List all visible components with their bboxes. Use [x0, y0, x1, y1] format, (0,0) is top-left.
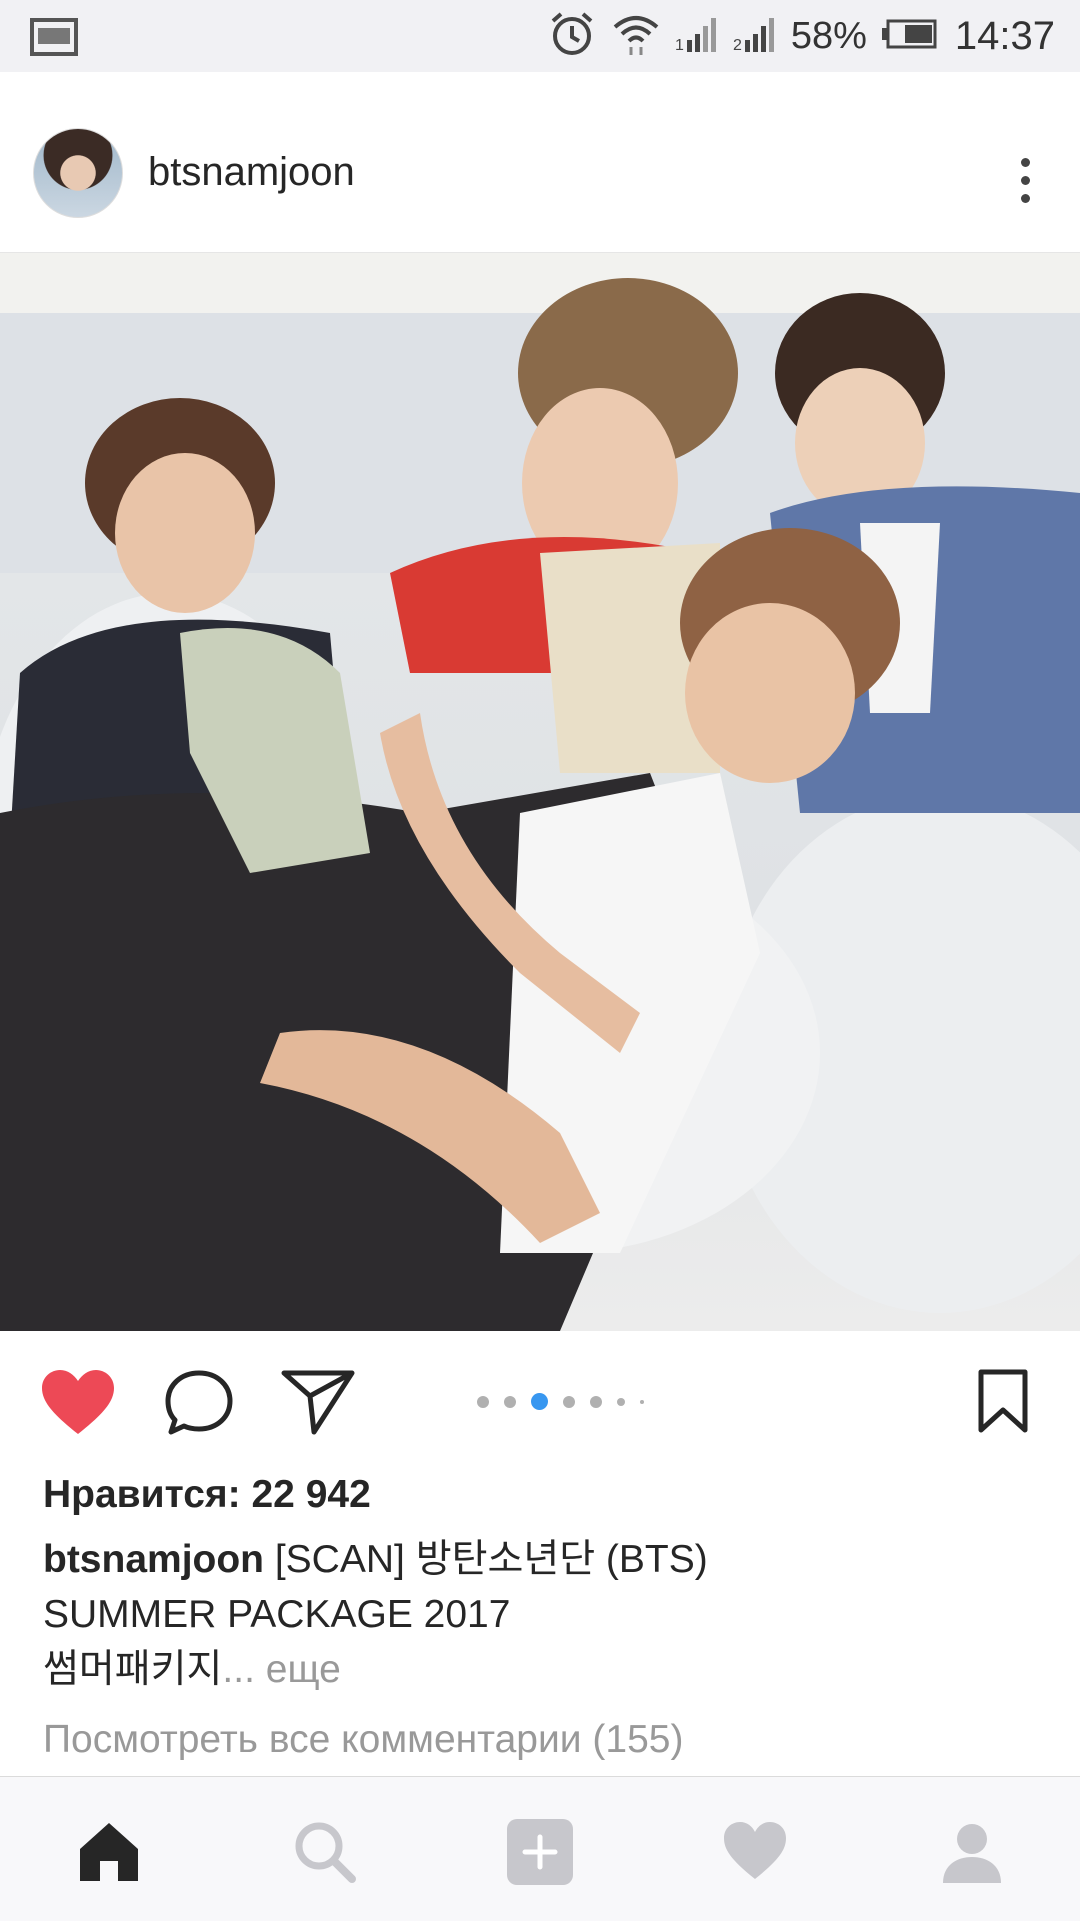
carousel-dot — [504, 1395, 516, 1408]
carousel-dot — [590, 1395, 602, 1408]
carousel-indicator — [477, 1393, 659, 1410]
carousel-dot-active — [531, 1393, 548, 1410]
signal-2-icon: 2 — [733, 14, 777, 59]
clock-time: 14:37 — [954, 13, 1055, 58]
carousel-dot — [640, 1399, 644, 1404]
bookmark-icon[interactable] — [977, 1368, 1029, 1439]
caption-line1: [SCAN] 방탄소년단 (BTS) — [264, 1538, 708, 1581]
post-actions — [0, 1331, 1080, 1471]
activity-heart-icon[interactable] — [720, 1817, 790, 1887]
wifi-icon — [611, 11, 661, 62]
battery-icon — [881, 19, 937, 54]
post-username[interactable]: btsnamjoon — [148, 150, 355, 195]
image-notification-icon — [30, 18, 78, 61]
avatar[interactable] — [33, 128, 123, 218]
post-caption: btsnamjoon [SCAN] 방탄소년단 (BTS) SUMMER PAC… — [43, 1532, 1043, 1697]
like-heart-icon[interactable] — [40, 1368, 116, 1441]
signal-1-icon: 1 — [675, 14, 719, 59]
status-bar: 1 2 58% 14:37 — [0, 0, 1080, 72]
battery-percent: 58% — [790, 14, 867, 57]
add-post-icon[interactable] — [505, 1817, 575, 1887]
carousel-dot — [617, 1397, 625, 1406]
svg-text:2: 2 — [733, 37, 742, 54]
comment-icon[interactable] — [163, 1368, 235, 1443]
home-icon[interactable] — [74, 1817, 144, 1887]
caption-line3: 썸머패키지 — [43, 1648, 223, 1691]
bottom-navigation — [0, 1776, 1080, 1921]
share-direct-icon[interactable] — [280, 1368, 356, 1441]
carousel-dot — [563, 1395, 575, 1408]
caption-line2: SUMMER PACKAGE 2017 — [43, 1593, 511, 1636]
likes-count[interactable]: Нравится: 22 942 — [43, 1473, 371, 1517]
caption-username[interactable]: btsnamjoon — [43, 1538, 264, 1581]
post-header: btsnamjoon — [0, 72, 1080, 253]
more-options-icon[interactable] — [1010, 152, 1040, 212]
search-icon[interactable] — [290, 1817, 360, 1887]
post-image[interactable] — [0, 253, 1080, 1331]
caption-more-link[interactable]: ... еще — [222, 1648, 340, 1691]
alarm-icon — [547, 9, 597, 64]
svg-text:1: 1 — [675, 37, 684, 54]
carousel-dot — [477, 1395, 489, 1408]
view-all-comments-link[interactable]: Посмотреть все комментарии (155) — [43, 1718, 683, 1762]
post-image-illustration — [0, 253, 1080, 1331]
profile-icon[interactable] — [937, 1817, 1007, 1887]
